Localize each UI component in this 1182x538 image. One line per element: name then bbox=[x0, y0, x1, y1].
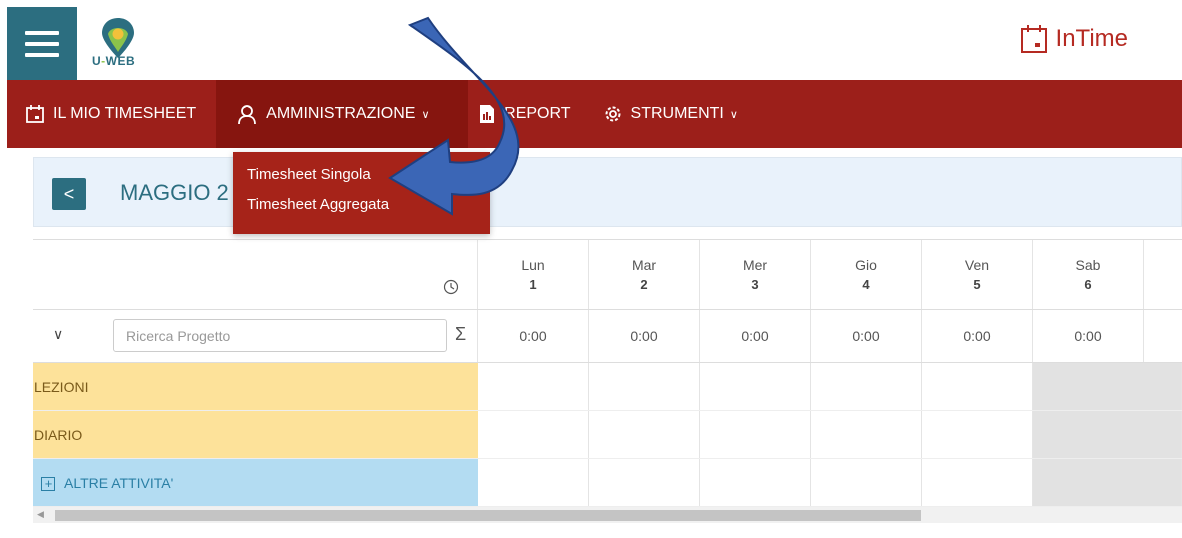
month-header: < MAGGIO 2 bbox=[33, 157, 1182, 227]
nav-amministrazione[interactable]: AMMINISTRAZIONE ∨ bbox=[216, 80, 469, 148]
previous-month-button[interactable]: < bbox=[52, 178, 86, 210]
chevron-left-icon: < bbox=[63, 183, 75, 204]
day-cell[interactable] bbox=[589, 363, 700, 410]
menu-icon bbox=[25, 30, 59, 57]
scrollbar-thumb[interactable] bbox=[55, 510, 921, 521]
category-label[interactable]: LEZIONI bbox=[33, 363, 478, 410]
day-total: 0:00 bbox=[811, 310, 922, 362]
filter-row: ∨ Σ 0:00 0:00 0:00 0:00 0:00 0:00 bbox=[33, 310, 1182, 363]
sigma-icon: Σ bbox=[455, 324, 467, 344]
day-cell[interactable] bbox=[700, 363, 811, 410]
timesheet-grid: Lun1 Mar2 Mer3 Gio4 Ven5 Sab6 ∨ Σ 0:00 0… bbox=[33, 239, 1182, 507]
weekend-cell bbox=[1033, 459, 1182, 506]
category-row-diario: DIARIO bbox=[33, 411, 1182, 459]
brand-intime: InTime bbox=[1020, 24, 1128, 54]
nav-label: IL MIO TIMESHEET bbox=[53, 105, 197, 122]
category-row-altre-attivita: + ALTRE ATTIVITA' bbox=[33, 459, 1182, 507]
expand-all-button[interactable]: ∨ bbox=[53, 326, 63, 343]
hamburger-menu-button[interactable] bbox=[7, 7, 77, 80]
day-total: 0:00 bbox=[589, 310, 700, 362]
day-header-lun: Lun 1 bbox=[478, 240, 589, 309]
category-label[interactable]: + ALTRE ATTIVITA' bbox=[33, 459, 478, 506]
nav-label: STRUMENTI bbox=[630, 105, 724, 122]
day-cell[interactable] bbox=[811, 363, 922, 410]
amministrazione-dropdown: Timesheet Singola Timesheet Aggregata bbox=[233, 152, 490, 234]
day-total: 0:00 bbox=[1033, 310, 1144, 362]
day-cell[interactable] bbox=[589, 459, 700, 506]
day-header-gio: Gio 4 bbox=[811, 240, 922, 309]
nav-label: AMMINISTRAZIONE bbox=[266, 105, 416, 122]
calendar-icon bbox=[1020, 25, 1047, 53]
day-cell[interactable] bbox=[478, 459, 589, 506]
weekend-cell bbox=[1033, 363, 1182, 410]
calendar-icon bbox=[26, 105, 44, 123]
scroll-left-icon[interactable]: ◀ bbox=[37, 509, 44, 520]
day-total: 0:00 bbox=[922, 310, 1033, 362]
report-icon bbox=[480, 105, 495, 123]
day-header-mer: Mer 3 bbox=[700, 240, 811, 309]
header-left-cell bbox=[33, 240, 478, 309]
weekend-cell bbox=[1033, 411, 1182, 458]
day-header-ven: Ven 5 bbox=[922, 240, 1033, 309]
nav-strumenti[interactable]: STRUMENTI ∨ bbox=[591, 80, 750, 148]
day-total: 0:00 bbox=[700, 310, 811, 362]
chevron-down-icon: ∨ bbox=[729, 108, 738, 121]
menu-item-timesheet-singola[interactable]: Timesheet Singola bbox=[233, 160, 490, 190]
clock-icon[interactable] bbox=[443, 279, 459, 295]
top-header: U-WEB InTime bbox=[0, 0, 1182, 80]
nav-report[interactable]: REPORT bbox=[468, 80, 590, 148]
day-cell[interactable] bbox=[922, 411, 1033, 458]
day-total: 0:00 bbox=[478, 310, 589, 362]
search-project-input[interactable] bbox=[113, 319, 447, 352]
category-row-lezioni: LEZIONI bbox=[33, 363, 1182, 411]
day-cell[interactable] bbox=[478, 411, 589, 458]
brand-name: InTime bbox=[1055, 25, 1128, 52]
day-cell[interactable] bbox=[922, 363, 1033, 410]
day-cell[interactable] bbox=[811, 411, 922, 458]
day-header-mar: Mar 2 bbox=[589, 240, 700, 309]
logo-text: U-WEB bbox=[92, 54, 136, 68]
day-cell[interactable] bbox=[700, 411, 811, 458]
day-cell[interactable] bbox=[700, 459, 811, 506]
user-admin-icon bbox=[238, 105, 257, 125]
menu-item-timesheet-aggregata[interactable]: Timesheet Aggregata bbox=[233, 190, 490, 220]
day-cell[interactable] bbox=[922, 459, 1033, 506]
main-navbar: IL MIO TIMESHEET AMMINISTRAZIONE ∨ REPOR… bbox=[7, 80, 1182, 148]
day-cell[interactable] bbox=[811, 459, 922, 506]
filter-left-cell: ∨ Σ bbox=[33, 310, 478, 362]
grid-header-row: Lun 1 Mar 2 Mer 3 Gio 4 Ven 5 Sab 6 bbox=[33, 240, 1182, 310]
month-title: MAGGIO 2 bbox=[120, 180, 229, 205]
nav-label: REPORT bbox=[504, 105, 571, 122]
chevron-down-icon: ∨ bbox=[421, 108, 430, 121]
horizontal-scrollbar[interactable]: ◀ bbox=[33, 507, 1182, 523]
category-label[interactable]: DIARIO bbox=[33, 411, 478, 458]
day-cell[interactable] bbox=[478, 363, 589, 410]
gear-icon bbox=[605, 106, 621, 122]
nav-il-mio-timesheet[interactable]: IL MIO TIMESHEET bbox=[7, 80, 216, 148]
day-header-sab: Sab 6 bbox=[1033, 240, 1144, 309]
plus-icon[interactable]: + bbox=[41, 477, 55, 492]
day-cell[interactable] bbox=[589, 411, 700, 458]
